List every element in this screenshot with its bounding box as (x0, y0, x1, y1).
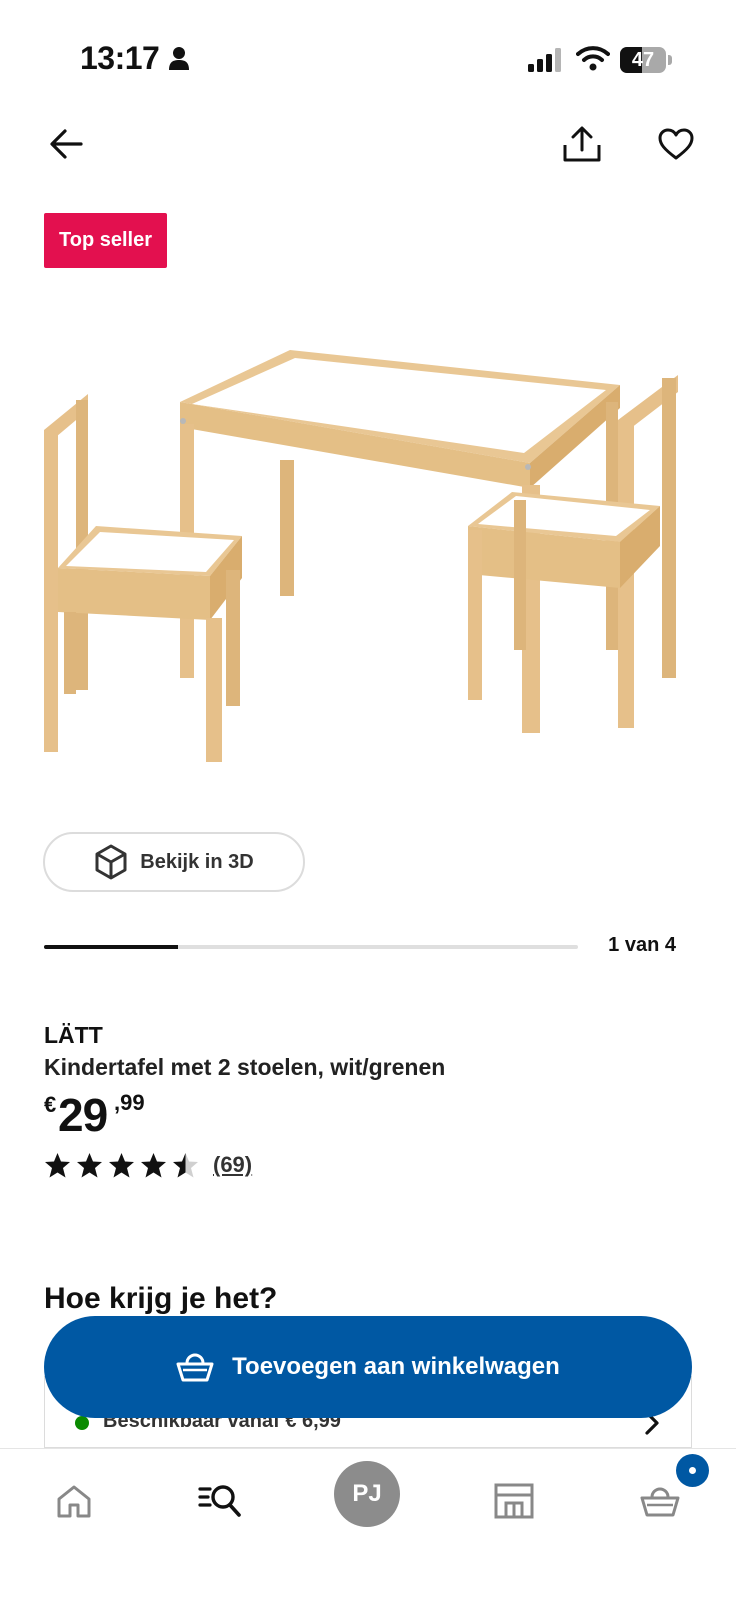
price-integer: 29 (58, 1089, 108, 1141)
wifi-icon (576, 46, 610, 71)
share-icon (563, 126, 601, 162)
cart-icon (640, 1487, 680, 1517)
heart-icon (658, 128, 694, 160)
favorite-button[interactable] (650, 118, 702, 170)
status-bar: 13:17 47 (0, 0, 736, 110)
add-to-cart-label: Toevoegen aan winkelwagen (232, 1353, 560, 1380)
product-image[interactable] (30, 330, 706, 790)
gallery-counter: 1 van 4 (608, 934, 676, 956)
delivery-section-title: Hoe krijg je het? (44, 1282, 278, 1315)
person-icon (169, 47, 189, 70)
star-icon (77, 1152, 102, 1177)
status-time: 13:17 (80, 40, 160, 76)
battery-level: 47 (631, 49, 655, 71)
rating-stars (44, 1152, 199, 1179)
cube-icon (95, 844, 127, 880)
basket-icon (176, 1353, 214, 1382)
top-seller-badge: Top seller (44, 213, 167, 268)
tab-search[interactable] (190, 1471, 250, 1531)
tab-profile[interactable]: PJ (334, 1461, 400, 1527)
star-icon (173, 1152, 198, 1177)
star-icon (141, 1152, 166, 1177)
gallery-progress (44, 945, 578, 949)
availability-dot (75, 1416, 89, 1430)
product-description: Kindertafel met 2 stoelen, wit/grenen (44, 1054, 446, 1080)
profile-initials: PJ (352, 1480, 382, 1507)
share-button[interactable] (556, 118, 608, 170)
home-icon (57, 1485, 91, 1518)
back-button[interactable] (40, 118, 92, 170)
battery-icon: 47 (620, 47, 672, 73)
price-currency: € (44, 1092, 57, 1117)
bottom-tab-bar: PJ (0, 1448, 736, 1600)
view-3d-button[interactable]: Bekijk in 3D (43, 832, 305, 892)
product-brand: LÄTT (44, 1022, 103, 1048)
product-rating[interactable]: (69) (44, 1150, 252, 1180)
search-icon (198, 1485, 241, 1517)
back-arrow-icon (50, 129, 83, 159)
price-decimals: ,99 (114, 1090, 145, 1115)
signal-icon (528, 48, 561, 72)
tab-home[interactable] (44, 1471, 104, 1531)
star-icon (109, 1152, 134, 1177)
view-3d-label: Bekijk in 3D (140, 850, 254, 873)
add-to-cart-button[interactable]: Toevoegen aan winkelwagen (44, 1316, 692, 1418)
review-count-link[interactable]: (69) (213, 1152, 252, 1178)
star-icon (45, 1152, 70, 1177)
cart-notification-badge (676, 1454, 709, 1487)
gallery-progress-fill (44, 945, 178, 949)
tab-stores[interactable] (484, 1471, 544, 1531)
store-icon (494, 1483, 534, 1519)
